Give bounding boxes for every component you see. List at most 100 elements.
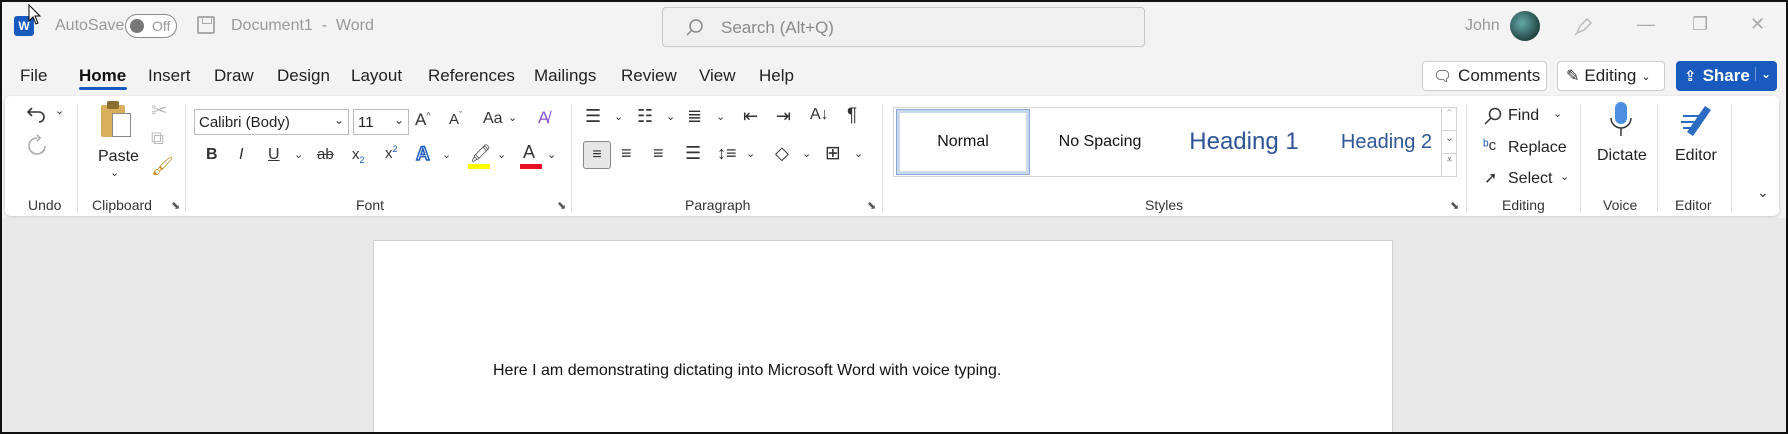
- font-name-combo[interactable]: Calibri (Body) ⌄: [194, 109, 349, 135]
- tab-help[interactable]: Help: [759, 66, 794, 86]
- editing-mode-button[interactable]: ✎ Editing ⌄: [1557, 61, 1665, 91]
- styles-launcher-icon[interactable]: ⬊: [1450, 199, 1459, 212]
- cut-icon[interactable]: ✂: [151, 98, 168, 123]
- superscript-icon[interactable]: x2: [385, 144, 398, 162]
- editing-mode-label: Editing: [1584, 66, 1637, 85]
- font-launcher-icon[interactable]: ⬊: [557, 199, 566, 212]
- separator: [1731, 104, 1732, 212]
- search-box[interactable]: Search (Alt+Q): [662, 7, 1145, 47]
- tab-design[interactable]: Design: [277, 66, 330, 86]
- text-effects-icon[interactable]: A: [415, 143, 430, 166]
- tab-draw[interactable]: Draw: [214, 66, 254, 86]
- increase-indent-icon[interactable]: ⇥: [776, 106, 791, 127]
- decrease-indent-icon[interactable]: ⇤: [743, 106, 758, 127]
- comments-button[interactable]: 🗨 Comments: [1422, 61, 1547, 91]
- clipboard-launcher-icon[interactable]: ⬊: [171, 199, 180, 212]
- styles-scroll-up-icon[interactable]: ⌃: [1441, 107, 1457, 130]
- style-heading-2[interactable]: Heading 2: [1319, 110, 1454, 174]
- highlight-icon[interactable]: 🖍: [468, 144, 492, 170]
- paste-label[interactable]: Paste: [98, 148, 139, 166]
- redo-icon[interactable]: [25, 134, 49, 158]
- tab-view[interactable]: View: [699, 66, 736, 86]
- group-label-clipboard: Clipboard: [92, 197, 152, 213]
- italic-icon[interactable]: I: [239, 146, 243, 164]
- document-page[interactable]: Here I am demonstrating dictating into M…: [373, 240, 1393, 432]
- line-spacing-icon[interactable]: ↕≡: [717, 143, 737, 164]
- paste-dropdown-icon[interactable]: ⌄: [110, 166, 119, 179]
- pen-icon[interactable]: [1573, 15, 1595, 37]
- numbering-icon[interactable]: ☷: [637, 106, 653, 127]
- change-case-icon[interactable]: Aa: [483, 110, 503, 128]
- align-center-icon[interactable]: ≡: [621, 143, 632, 164]
- tab-mailings[interactable]: Mailings: [534, 66, 596, 86]
- font-size-combo[interactable]: 11 ⌄: [353, 109, 409, 135]
- shrink-font-icon[interactable]: Aˇ: [449, 110, 462, 128]
- show-hide-marks-icon[interactable]: ¶: [847, 105, 857, 127]
- justify-icon[interactable]: ☰: [685, 143, 701, 164]
- grow-font-icon[interactable]: A^: [415, 110, 431, 130]
- align-right-icon[interactable]: ≡: [653, 143, 664, 164]
- align-left-icon[interactable]: ≡: [583, 141, 611, 169]
- font-color-icon[interactable]: A: [520, 142, 542, 170]
- bullets-icon[interactable]: ☰: [585, 106, 601, 127]
- bold-icon[interactable]: B: [206, 146, 218, 164]
- borders-icon[interactable]: ⊞: [825, 142, 841, 165]
- user-name[interactable]: John: [1465, 17, 1500, 35]
- editor-button[interactable]: Editor: [1665, 96, 1725, 192]
- save-icon[interactable]: [197, 16, 215, 34]
- multilevel-list-dropdown-icon[interactable]: ⌄: [716, 110, 725, 123]
- multilevel-list-icon[interactable]: ≣: [687, 106, 702, 127]
- styles-more-icon[interactable]: ⩡: [1441, 153, 1457, 177]
- shading-dropdown-icon[interactable]: ⌄: [802, 147, 811, 160]
- paragraph-launcher-icon[interactable]: ⬊: [867, 199, 876, 212]
- strikethrough-icon[interactable]: ab: [317, 146, 334, 163]
- paste-icon[interactable]: [101, 101, 131, 139]
- undo-icon[interactable]: [26, 102, 48, 124]
- subscript-icon[interactable]: x2: [352, 146, 365, 165]
- line-spacing-dropdown-icon[interactable]: ⌄: [746, 147, 755, 160]
- borders-dropdown-icon[interactable]: ⌄: [854, 147, 863, 160]
- style-normal[interactable]: Normal: [896, 109, 1030, 175]
- document-body-text[interactable]: Here I am demonstrating dictating into M…: [493, 362, 1001, 380]
- underline-dropdown-icon[interactable]: ⌄: [294, 148, 303, 161]
- format-painter-icon[interactable]: 🖌: [151, 156, 174, 177]
- style-heading-1[interactable]: Heading 1: [1169, 110, 1319, 174]
- close-icon[interactable]: ✕: [1750, 14, 1765, 35]
- tab-insert[interactable]: Insert: [148, 66, 191, 86]
- text-effects-dropdown-icon[interactable]: ⌄: [442, 148, 451, 161]
- replace-label: Replace: [1508, 139, 1567, 156]
- tab-file[interactable]: File: [20, 66, 47, 86]
- replace-button[interactable]: ᵇc Replace: [1481, 136, 1581, 160]
- tab-layout[interactable]: Layout: [351, 66, 402, 86]
- select-button[interactable]: ➚ Select ⌄: [1481, 167, 1581, 191]
- minimize-icon[interactable]: —: [1637, 14, 1655, 35]
- clear-formatting-icon[interactable]: A̸: [538, 108, 549, 128]
- tab-review[interactable]: Review: [621, 66, 677, 86]
- select-label: Select: [1508, 170, 1553, 187]
- autosave-toggle[interactable]: Off: [125, 14, 177, 38]
- tab-home[interactable]: Home: [79, 66, 126, 86]
- tab-references[interactable]: References: [428, 66, 515, 86]
- change-case-dropdown-icon[interactable]: ⌄: [508, 111, 517, 124]
- font-color-dropdown-icon[interactable]: ⌄: [547, 148, 556, 161]
- style-no-spacing-label: No Spacing: [1058, 133, 1142, 150]
- collapse-ribbon-icon[interactable]: ⌄: [1757, 184, 1769, 201]
- dictate-button[interactable]: Dictate: [1591, 96, 1651, 192]
- restore-icon[interactable]: ❐: [1692, 14, 1708, 35]
- share-button[interactable]: ⇪ Share ⌄: [1676, 61, 1777, 91]
- numbering-dropdown-icon[interactable]: ⌄: [666, 110, 675, 123]
- find-button[interactable]: Find ⌄: [1481, 104, 1571, 128]
- bullets-dropdown-icon[interactable]: ⌄: [614, 110, 623, 123]
- styles-scroll-down-icon[interactable]: ⌄: [1441, 130, 1457, 153]
- copy-icon[interactable]: ⧉: [151, 128, 164, 149]
- highlight-dropdown-icon[interactable]: ⌄: [497, 148, 506, 161]
- underline-icon[interactable]: U: [268, 146, 280, 164]
- group-label-styles: Styles: [1145, 197, 1184, 213]
- undo-dropdown-icon[interactable]: ⌄: [55, 104, 64, 117]
- share-dropdown-icon[interactable]: ⌄: [1754, 67, 1771, 81]
- avatar[interactable]: [1510, 11, 1540, 41]
- style-no-spacing[interactable]: No Spacing: [1034, 110, 1166, 174]
- shading-icon[interactable]: ◇: [775, 143, 789, 164]
- sort-icon[interactable]: A↓: [810, 106, 829, 124]
- group-label-editing: Editing: [1502, 197, 1545, 213]
